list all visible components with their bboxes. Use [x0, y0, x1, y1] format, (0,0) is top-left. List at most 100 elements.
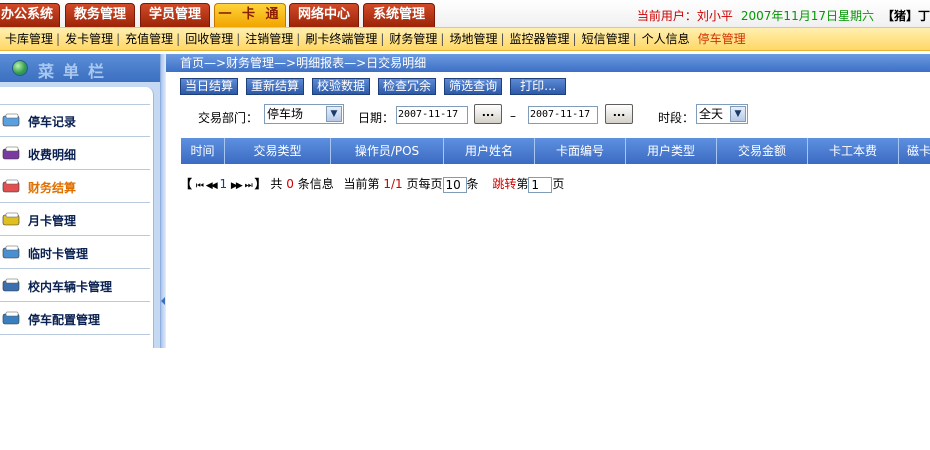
date-from-input[interactable]: 2007-11-17	[396, 106, 468, 124]
tab-student-management[interactable]: 学员管理	[140, 3, 210, 27]
resettle-button[interactable]: 重新结算	[246, 78, 305, 95]
submenu-item[interactable]: 注销管理	[240, 28, 296, 51]
total-prefix: 共	[270, 177, 283, 191]
sidebar-item[interactable]: 停车配置管理	[0, 303, 150, 335]
sidebar-item[interactable]: 月卡管理	[0, 204, 150, 236]
print-button[interactable]: 打印…	[510, 78, 567, 95]
page-link[interactable]: 1	[219, 177, 227, 191]
last-page-icon[interactable]: ⏭	[245, 181, 253, 191]
jump-suffix: 页	[552, 177, 565, 191]
per-page-input[interactable]: 10	[442, 176, 467, 193]
page-prefix: 当前第	[343, 177, 380, 191]
user-info: 当前用户：刘小平 2007年11月17日星期六 【猪】丁	[637, 7, 930, 24]
per-page-suffix: 条	[466, 177, 479, 191]
breadcrumb: 首页—>财务管理—>明细报表—>日交易明细	[166, 54, 930, 72]
logout-link[interactable]: 【猪】丁	[882, 9, 930, 23]
col-user-type[interactable]: 用户类型	[626, 138, 717, 164]
sidebar-item[interactable]: 收费明细	[0, 138, 150, 170]
sidebar-item[interactable]: 停车记录	[0, 105, 150, 137]
pager-open-bracket: 【	[180, 177, 193, 191]
filter-query-button[interactable]: 筛选查询	[444, 78, 503, 95]
sidebar-item-label: 收费明细	[28, 148, 77, 162]
settle-today-button[interactable]: 当日结算	[180, 78, 239, 95]
submenu-item[interactable]: 监控器管理	[505, 28, 573, 51]
col-operator-pos[interactable]: 操作员/POS	[331, 138, 444, 164]
dropdown-arrow-icon[interactable]: ▼	[326, 106, 342, 122]
sidebar-item-label: 月卡管理	[28, 214, 77, 228]
config-icon	[2, 311, 22, 326]
globe-icon	[12, 60, 28, 76]
sub-menu-bar: 卡库管理 | 发卡管理 | 充值管理 | 回收管理 | 注销管理 | 刷卡终端管理 | 财务管理 | 场地管…	[0, 28, 930, 51]
col-card-number[interactable]: 卡面编号	[535, 138, 626, 164]
page-suffix: 页	[406, 177, 419, 191]
page-indicator: 1/1	[383, 177, 403, 191]
submenu-item[interactable]: 发卡管理	[60, 28, 116, 51]
col-magnetic-card[interactable]: 磁卡	[899, 138, 930, 164]
submenu-item[interactable]: 场地管理	[444, 28, 500, 51]
date-from-picker-button[interactable]: ...	[474, 104, 502, 124]
sidebar-item-label: 校内车辆卡管理	[28, 280, 113, 294]
top-navigation-bar: 办公系统 教务管理 学员管理 一 卡 通 网络中心 系统管理 当前用户：刘小平 2…	[0, 0, 930, 28]
tab-office-system[interactable]: 办公系统	[0, 3, 60, 27]
sidebar-item[interactable]: 临时卡管理	[0, 237, 150, 269]
submenu-item[interactable]: 充值管理	[120, 28, 176, 51]
sidebar-item-label: 停车记录	[28, 115, 77, 129]
sidebar-item[interactable]: 校内车辆卡管理	[0, 270, 150, 302]
monthly-card-icon	[2, 212, 22, 227]
sidebar-menu: 停车记录收费明细财务结算月卡管理临时卡管理校内车辆卡管理 停车配置管理	[0, 87, 154, 348]
submenu-item[interactable]: 刷卡终端管理	[300, 28, 380, 51]
date-to-input[interactable]: 2007-11-17	[528, 106, 598, 124]
collapse-arrow-icon[interactable]	[161, 297, 165, 305]
submenu-item[interactable]: 回收管理	[180, 28, 236, 51]
dept-select[interactable]: 停车场 ▼	[264, 104, 344, 124]
col-time[interactable]: 时间	[181, 138, 225, 164]
dropdown-arrow-icon[interactable]: ▼	[730, 106, 746, 122]
submenu-item[interactable]: 个人信息	[637, 28, 693, 51]
date-range-dash: –	[510, 109, 516, 123]
first-page-icon[interactable]: ⏮	[196, 181, 204, 191]
jump-page-input[interactable]: 1	[528, 176, 553, 193]
submenu-item[interactable]: 停车管理	[693, 28, 749, 51]
temp-card-icon	[2, 245, 22, 260]
sidebar-item-label: 停车配置管理	[28, 313, 101, 327]
toolbar: 当日结算 重新结算 校验数据 检查冗余 筛选查询 打印…	[180, 78, 574, 96]
jump-link[interactable]: 跳转	[492, 177, 516, 191]
sidebar-item[interactable]: 财务结算	[0, 171, 150, 203]
submenu-item[interactable]: 财务管理	[384, 28, 440, 51]
verify-data-button[interactable]: 校验数据	[312, 78, 371, 95]
date-label: 日期：	[358, 111, 395, 125]
period-label: 时段：	[658, 111, 695, 125]
dept-label: 交易部门：	[198, 111, 259, 125]
table-header: 时间 交易类型 操作员/POS 用户姓名 卡面编号 用户类型 交易金额 卡工本费…	[181, 138, 930, 164]
car-icon	[2, 113, 22, 128]
jump-prefix: 第	[516, 177, 529, 191]
period-select[interactable]: 全天 ▼	[696, 104, 748, 124]
sidebar-item-label: 临时卡管理	[28, 247, 89, 261]
period-select-value: 全天	[699, 107, 724, 121]
sidebar-header: 菜单栏	[0, 54, 160, 82]
sidebar-item-label: 财务结算	[28, 181, 77, 195]
col-transaction-type[interactable]: 交易类型	[225, 138, 331, 164]
pager: 【 ⏮ ◀◀ 1 ▶▶ ⏭ 】 共 0 条信息 当前第 1/1 页每页 10 条 跳…	[180, 175, 564, 193]
dept-select-value: 停车场	[267, 107, 304, 121]
sidebar-title: 菜单栏	[38, 62, 114, 81]
pager-close-bracket: 】	[254, 177, 267, 191]
col-transaction-amount[interactable]: 交易金额	[717, 138, 808, 164]
tab-academic-affairs[interactable]: 教务管理	[65, 3, 135, 27]
tab-one-card[interactable]: 一 卡 通	[214, 3, 286, 27]
col-user-name[interactable]: 用户姓名	[444, 138, 535, 164]
tab-system-management[interactable]: 系统管理	[363, 3, 435, 27]
submenu-item[interactable]: 短信管理	[577, 28, 633, 51]
sidebar-top-divider	[0, 104, 150, 105]
tab-network-center[interactable]: 网络中心	[289, 3, 359, 27]
card-icon	[2, 146, 22, 161]
date-to-picker-button[interactable]: ...	[605, 104, 633, 124]
submenu-item[interactable]: 卡库管理	[0, 28, 56, 51]
next-page-icon[interactable]: ▶▶	[231, 181, 243, 191]
check-redundancy-button[interactable]: 检查冗余	[378, 78, 437, 95]
per-page-label: 每页	[418, 177, 443, 191]
col-card-fee[interactable]: 卡工本费	[808, 138, 899, 164]
prev-page-icon[interactable]: ◀◀	[206, 181, 218, 191]
campus-car-icon	[2, 278, 22, 293]
wallet-icon	[2, 179, 22, 194]
